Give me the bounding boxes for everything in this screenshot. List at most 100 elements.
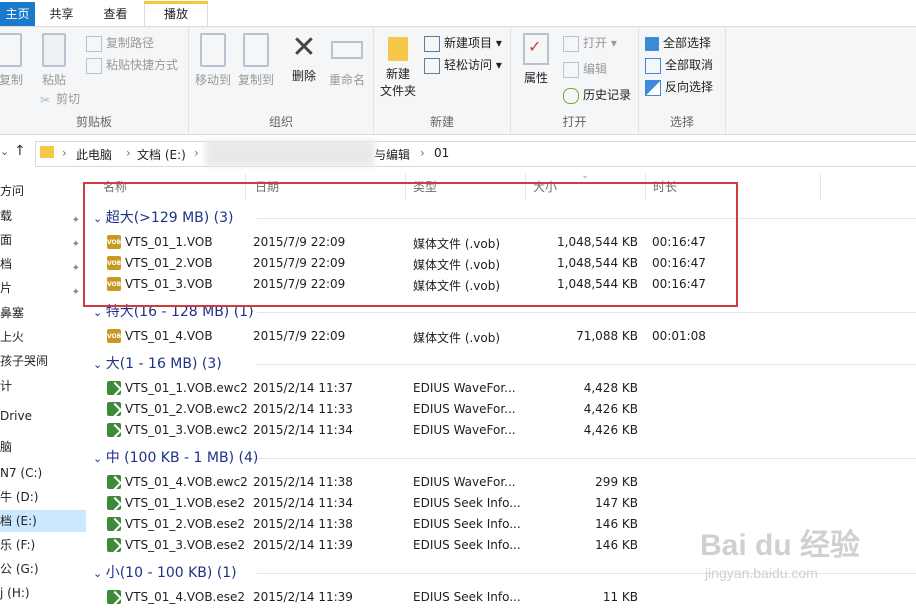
sidebar-item[interactable]: j (H:)	[0, 582, 86, 604]
table-row[interactable]: VTS_01_3.VOB.ewc2 2015/2/14 11:34 EDIUS Wa…	[87, 420, 916, 441]
sidebar-item-label: 方问	[0, 184, 25, 198]
table-row[interactable]: VTS_01_1.VOB.ese2 2015/2/14 11:34 EDIUS Se…	[87, 493, 916, 514]
chevron-down-icon[interactable]: ⌄	[93, 452, 106, 465]
move-to-button[interactable]: 移动到	[192, 33, 234, 88]
group-organize: 移动到 复制到 ✕ 删除 重命名 组织	[189, 27, 374, 134]
group-header[interactable]: ⌄ 中 (100 KB - 1 MB) (4)	[93, 447, 258, 469]
cell-size: 4,428 KB	[583, 381, 638, 395]
group-title: 小(10 - 100 KB) (1)	[105, 565, 237, 581]
table-row[interactable]: VTS_01_2.VOB.ewc2 2015/2/14 11:33 EDIUS Wa…	[87, 399, 916, 420]
group-new: 新建 文件夹 新建项目 ▾ 轻松访问 ▾ 新建	[374, 27, 511, 134]
sidebar-item[interactable]: 载 ✦	[0, 205, 86, 227]
sidebar-item[interactable]: 方问	[0, 180, 86, 202]
copy-path-button[interactable]: 复制路径	[86, 33, 154, 53]
select-all-button[interactable]: 全部选择	[645, 33, 711, 53]
paste-shortcut-button[interactable]: 粘贴快捷方式	[86, 55, 178, 75]
group-header[interactable]: ⌄ 大(1 - 16 MB) (3)	[93, 353, 222, 375]
edit-button[interactable]: 编辑	[563, 59, 607, 79]
group-header[interactable]: ⌄ 小(10 - 100 KB) (1)	[93, 562, 237, 584]
sidebar-item[interactable]: 鼻塞	[0, 302, 86, 324]
paste-shortcut-label: 粘贴快捷方式	[106, 58, 179, 72]
tab-view[interactable]: 查看	[88, 2, 143, 26]
select-none-button[interactable]: 全部取消	[645, 55, 713, 75]
sidebar-item[interactable]: 档 (E:)	[0, 510, 86, 532]
tab-share[interactable]: 共享	[35, 2, 88, 26]
new-item-icon	[424, 35, 440, 52]
chevron-down-icon[interactable]: ⌄	[93, 306, 106, 319]
chevron-left-icon[interactable]: ⌄	[0, 145, 9, 158]
sidebar-item-label: Drive	[0, 409, 32, 423]
edius-file-icon	[107, 517, 121, 531]
cell-type: EDIUS WaveFor...	[413, 423, 516, 437]
cell-name: VTS_01_2.VOB.ewc2	[125, 402, 248, 416]
scissors-icon: ✂	[39, 92, 51, 107]
new-item-label: 新建项目	[444, 36, 493, 50]
history-icon	[563, 87, 579, 104]
edit-icon	[563, 61, 579, 78]
sidebar-item-label: 载	[0, 209, 13, 223]
table-row[interactable]: VTS_01_1.VOB.ewc2 2015/2/14 11:37 EDIUS Wa…	[87, 378, 916, 399]
sidebar-item[interactable]: Drive	[0, 405, 86, 427]
table-row[interactable]: VTS_01_4.VOB.ewc2 2015/2/14 11:38 EDIUS Wa…	[87, 472, 916, 493]
copy-to-button[interactable]: 复制到	[235, 33, 277, 88]
sidebar-item[interactable]: 牛 (D:)	[0, 486, 86, 508]
breadcrumb-current[interactable]: 01	[434, 146, 449, 160]
sidebar-item[interactable]: 乐 (F:)	[0, 534, 86, 556]
copy-to-icon	[243, 33, 269, 67]
cell-name: VTS_01_2.VOB.ese2	[125, 517, 246, 531]
edius-file-icon	[107, 538, 121, 552]
sidebar-item[interactable]: 公 (G:)	[0, 558, 86, 580]
group-title: 大(1 - 16 MB) (3)	[105, 356, 222, 372]
edius-file-icon	[107, 475, 121, 489]
sidebar-item-label: 孩子哭闹	[0, 354, 49, 368]
new-item-button[interactable]: 新建项目 ▾	[424, 33, 502, 53]
open-button[interactable]: 打开 ▾	[563, 33, 617, 53]
edit-label: 编辑	[583, 62, 608, 76]
properties-button[interactable]: ✓ 属性	[517, 33, 555, 86]
sidebar-item[interactable]: N7 (C:)	[0, 462, 86, 484]
delete-button[interactable]: ✕ 删除	[285, 33, 323, 84]
up-arrow-icon[interactable]: ↑	[14, 143, 26, 159]
tab-play[interactable]: 播放	[144, 1, 208, 26]
sidebar-item[interactable]: 上火	[0, 326, 86, 348]
edius-file-icon	[107, 423, 121, 437]
sidebar-item[interactable]: 孩子哭闹	[0, 350, 86, 372]
tab-home[interactable]: 主页	[0, 2, 35, 26]
breadcrumb-sep-icon: ›	[420, 146, 425, 160]
chevron-down-icon[interactable]: ⌄	[93, 567, 106, 580]
ribbon-tabs: 主页 共享 查看 播放	[0, 0, 916, 27]
copy-label: 复制	[0, 73, 23, 87]
redacted-path	[205, 140, 375, 166]
rename-button[interactable]: 重命名	[325, 33, 369, 88]
history-button[interactable]: 历史记录	[563, 85, 631, 105]
sidebar-item[interactable]: 计	[0, 375, 86, 397]
copy-button[interactable]: 复制	[0, 33, 28, 88]
sidebar-item-label: 档	[0, 257, 13, 271]
address-input[interactable]: › 此电脑 › 文档 (E:) › 与编辑 › 01	[35, 141, 916, 167]
cut-label: 剪切	[56, 92, 81, 106]
easy-access-button[interactable]: 轻松访问 ▾	[424, 55, 502, 75]
cell-date: 2015/2/14 11:34	[253, 496, 353, 510]
paste-button[interactable]: 粘贴	[36, 33, 72, 88]
table-row[interactable]: VTS_01_4.VOB.ese2 2015/2/14 11:39 EDIUS Se…	[87, 587, 916, 608]
sidebar-item-label: N7 (C:)	[0, 466, 43, 480]
easy-access-icon	[424, 57, 440, 74]
cut-button[interactable]: ✂ 剪切	[38, 89, 80, 109]
breadcrumb-drive[interactable]: 文档 (E:)	[137, 146, 186, 163]
sidebar-item[interactable]: 片 ✦	[0, 277, 86, 299]
invert-selection-button[interactable]: 反向选择	[645, 77, 713, 97]
new-folder-button[interactable]: 新建 文件夹	[378, 33, 418, 99]
table-row[interactable]: VTS_01_4.VOB 2015/7/9 22:09 媒体文件 (.vob) 71,…	[87, 326, 916, 347]
cell-size: 4,426 KB	[583, 402, 638, 416]
column-divider[interactable]	[820, 174, 821, 200]
sidebar-item[interactable]: 档 ✦	[0, 253, 86, 275]
breadcrumb-folder[interactable]: 与编辑	[374, 146, 410, 163]
chevron-down-icon[interactable]: ⌄	[93, 358, 106, 371]
sidebar-item-label: 上火	[0, 330, 25, 344]
breadcrumb-this-pc[interactable]: 此电脑	[76, 146, 112, 163]
sidebar-item[interactable]: 脑	[0, 436, 86, 458]
sidebar-item-label: j (H:)	[0, 586, 30, 600]
sidebar-item[interactable]: 面 ✦	[0, 229, 86, 251]
history-label: 历史记录	[583, 88, 632, 102]
edius-file-icon	[107, 402, 121, 416]
